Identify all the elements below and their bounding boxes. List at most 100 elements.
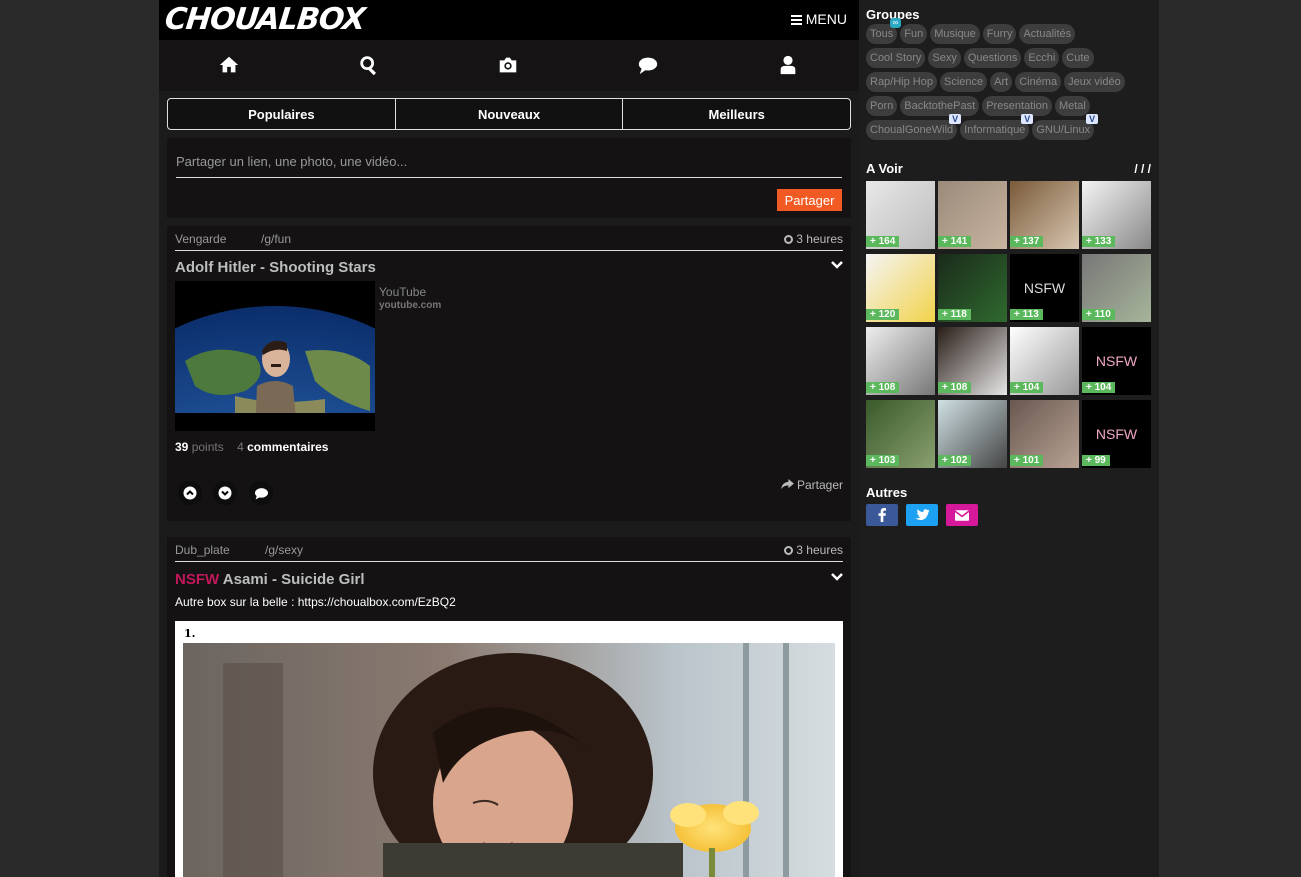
score-badge: + 120 (866, 309, 900, 320)
avoir-pagination[interactable]: / / / (1134, 162, 1151, 176)
avoir-thumbnail[interactable]: + 133 (1082, 181, 1151, 249)
post-title[interactable]: NSFW Asami - Suicide Girl (175, 571, 365, 588)
chevron-down-icon[interactable] (831, 570, 843, 585)
points-label: points (191, 440, 224, 454)
chip-row: Porn BacktothePast Presentation Metal (866, 96, 1156, 120)
page: CHOUALBOX MENU Populaires Nouveaux Meill… (159, 0, 1159, 877)
chip-row: Cool Story Sexy Questions Ecchi Cute (866, 48, 1156, 72)
score-badge: + 110 (1082, 309, 1115, 320)
nsfw-label: NSFW (1095, 426, 1138, 442)
post-author[interactable]: Dub_plate (175, 543, 230, 557)
twitter-button[interactable] (906, 504, 938, 526)
clock-icon (784, 235, 794, 244)
camera-icon[interactable] (497, 54, 521, 78)
avoir-thumbnail[interactable]: NSFW + 99 (1082, 400, 1151, 468)
group-chip-metal[interactable]: Metal (1054, 96, 1090, 116)
post-group[interactable]: /g/sexy (265, 543, 303, 557)
tab-meilleurs[interactable]: Meilleurs (623, 98, 852, 130)
group-chip-backtothepast[interactable]: BacktothePast (900, 96, 980, 116)
score-badge: + 108 (938, 382, 972, 393)
share-post-link[interactable]: Partager (780, 478, 843, 492)
avoir-thumbnail[interactable]: + 164 (866, 181, 935, 249)
group-chip-choualgonewild[interactable]: ChoualGoneWild V (866, 114, 962, 140)
chip-row: Rap/Hip Hop Science Art Cinéma Jeux vidéo (866, 72, 1156, 96)
image-number: 1. (184, 627, 196, 640)
user-icon[interactable] (777, 54, 801, 78)
facebook-button[interactable] (866, 504, 898, 526)
points-count: 39 (175, 440, 189, 454)
group-chip-art[interactable]: Art (990, 72, 1013, 92)
home-icon[interactable] (218, 54, 242, 78)
group-chip-gnu-linux[interactable]: GNU/Linux V (1032, 114, 1099, 140)
avoir-thumbnail[interactable]: + 120 (866, 254, 935, 322)
sidebar: Groupes Tous ∞ Fun Musique Furry Actualités Co… (859, 0, 1159, 877)
group-chip-sexy[interactable]: Sexy (928, 48, 961, 68)
group-chip-ecchi[interactable]: Ecchi (1024, 48, 1060, 68)
link-domain: youtube.com (379, 300, 442, 311)
sort-tabs: Populaires Nouveaux Meilleurs (167, 98, 852, 130)
score-badge: + 104 (1082, 382, 1116, 393)
verified-badge: V (1021, 114, 1034, 124)
score-badge: + 101 (1010, 455, 1044, 466)
group-chip-jeux-vid-o[interactable]: Jeux vidéo (1064, 72, 1125, 92)
link-source[interactable]: YouTube (379, 285, 426, 299)
chip-row: Tous ∞ Fun Musique Furry Actualités (866, 18, 1156, 48)
search-icon[interactable] (358, 54, 382, 78)
tab-nouveaux[interactable]: Nouveaux (395, 98, 624, 130)
top-bar: CHOUALBOX MENU (159, 0, 859, 40)
group-chip-musique[interactable]: Musique (930, 24, 980, 44)
group-chip-furry[interactable]: Furry (982, 24, 1017, 44)
group-chip-porn[interactable]: Porn (866, 96, 898, 116)
group-chip-presentation[interactable]: Presentation (982, 96, 1052, 116)
main-column: CHOUALBOX MENU Populaires Nouveaux Meill… (159, 0, 859, 877)
share-input[interactable] (176, 146, 842, 178)
chevron-down-icon[interactable] (831, 258, 843, 273)
post-group[interactable]: /g/fun (261, 232, 291, 246)
avoir-thumbnail[interactable]: NSFW + 104 (1082, 327, 1151, 395)
score-badge: + 108 (866, 382, 900, 393)
group-chip-rap-hip-hop[interactable]: Rap/Hip Hop (866, 72, 937, 92)
avoir-thumbnail[interactable]: + 102 (938, 400, 1007, 468)
avoir-thumbnail[interactable]: + 118 (938, 254, 1007, 322)
site-logo[interactable]: CHOUALBOX (163, 2, 366, 37)
video-thumbnail[interactable] (175, 281, 375, 431)
autres-title: Autres (866, 485, 908, 500)
comment-icon[interactable] (637, 54, 661, 78)
share-button[interactable]: Partager (777, 189, 842, 211)
avoir-thumbnail[interactable]: + 110 (1082, 254, 1151, 322)
group-chip-cin-ma[interactable]: Cinéma (1015, 72, 1062, 92)
tab-populaires[interactable]: Populaires (167, 98, 396, 130)
avoir-thumbnail[interactable]: + 101 (1010, 400, 1079, 468)
avoir-thumbnail[interactable]: + 108 (938, 327, 1007, 395)
avoir-thumbnail[interactable]: + 137 (1010, 181, 1079, 249)
group-chip-questions[interactable]: Questions (963, 48, 1022, 68)
group-chip-science[interactable]: Science (939, 72, 988, 92)
post-photo[interactable] (183, 643, 835, 877)
score-badge: + 141 (938, 236, 972, 247)
avoir-thumbnail[interactable]: + 141 (938, 181, 1007, 249)
avoir-thumbnail[interactable]: + 103 (866, 400, 935, 468)
comments-count: 4 (237, 440, 244, 454)
post-author[interactable]: Vengarde (175, 232, 226, 246)
post-card: Vengarde /g/fun 3 heures Adolf Hitler - … (167, 226, 851, 521)
avoir-thumbnail[interactable]: NSFW + 113 (1010, 254, 1079, 322)
comments-link[interactable]: commentaires (247, 440, 328, 454)
group-chip-fun[interactable]: Fun (900, 24, 928, 44)
group-chip-informatique[interactable]: Informatique V (960, 114, 1034, 140)
group-chip-tous[interactable]: Tous ∞ (866, 18, 902, 44)
infinity-badge: ∞ (889, 18, 902, 28)
comment-button[interactable] (249, 481, 273, 505)
avoir-thumbnail[interactable]: + 104 (1010, 327, 1079, 395)
group-chip-cool-story[interactable]: Cool Story (866, 48, 926, 68)
upvote-button[interactable] (178, 481, 202, 505)
post-title[interactable]: Adolf Hitler - Shooting Stars (175, 259, 376, 276)
avoir-thumbnail[interactable]: + 108 (866, 327, 935, 395)
clock-icon (784, 546, 794, 555)
score-badge: + 113 (1010, 309, 1043, 320)
post-time: 3 heures (784, 232, 843, 246)
group-chip-actualit-s[interactable]: Actualités (1019, 24, 1076, 44)
downvote-button[interactable] (213, 481, 237, 505)
email-button[interactable] (946, 504, 978, 526)
group-chip-cute[interactable]: Cute (1062, 48, 1094, 68)
menu-button[interactable]: MENU (790, 11, 847, 27)
